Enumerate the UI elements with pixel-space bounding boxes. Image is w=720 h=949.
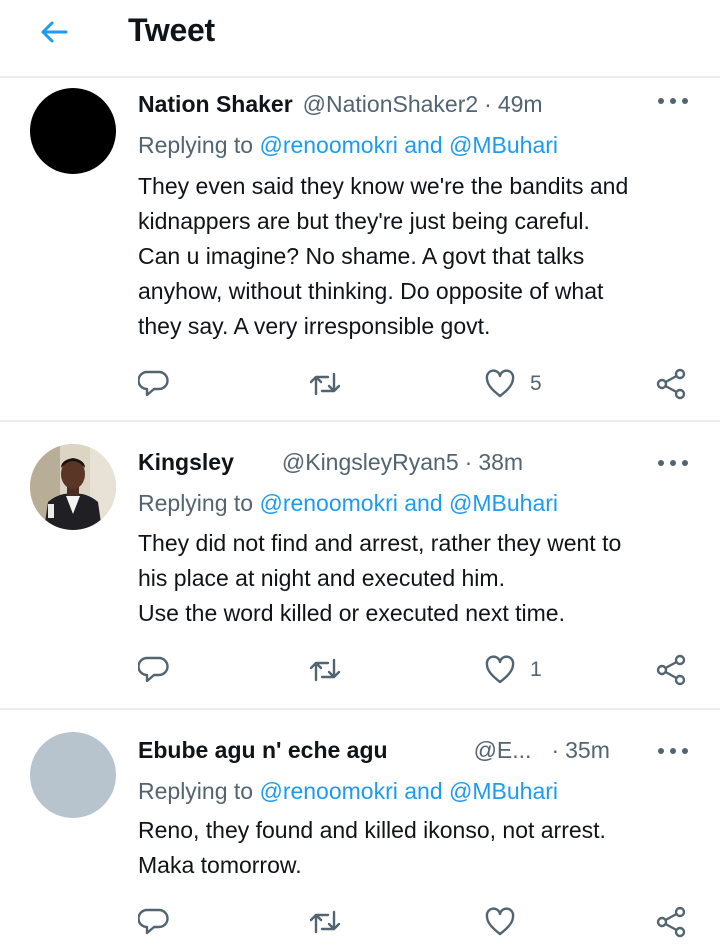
like-button[interactable] <box>484 905 530 939</box>
replying-to-link[interactable]: @renoomokri and @MBuhari <box>259 778 558 804</box>
tweet-text: They did not find and arrest, rather the… <box>138 530 622 626</box>
separator-dot: · <box>551 736 560 763</box>
like-icon <box>485 655 515 684</box>
back-arrow-icon <box>41 21 68 43</box>
more-icon <box>658 98 664 104</box>
reply-button[interactable] <box>138 905 170 939</box>
page-title: Tweet <box>128 12 215 48</box>
retweet-icon <box>309 910 341 934</box>
reply-icon <box>138 908 169 935</box>
profile-photo-icon <box>30 444 116 530</box>
like-icon <box>485 369 515 398</box>
display-name[interactable]: Kingsley <box>138 449 234 476</box>
like-button[interactable]: 1 <box>484 653 542 687</box>
tweet-header: Nation Shaker @NationShaker2 · 49m <box>138 88 700 120</box>
tweet-item[interactable]: Kingsley @KingsleyRyan5 · 38m Replying t… <box>0 424 720 710</box>
separator-dot: · <box>484 90 492 117</box>
share-button[interactable] <box>656 367 688 401</box>
tweet-actions <box>138 905 690 939</box>
top-app-bar: Tweet <box>0 0 720 78</box>
avatar[interactable] <box>30 88 116 174</box>
retweet-icon <box>309 658 341 682</box>
more-options-button[interactable] <box>658 98 688 108</box>
timestamp[interactable]: 49m <box>498 91 543 118</box>
reply-button[interactable] <box>138 653 170 687</box>
like-count: 5 <box>530 372 542 395</box>
share-icon <box>656 654 686 686</box>
avatar[interactable] <box>30 732 116 818</box>
like-count: 1 <box>530 658 542 681</box>
more-icon <box>658 460 664 466</box>
more-icon <box>658 748 664 754</box>
tweet-text: Reno, they found and killed ikonso, not … <box>138 817 606 878</box>
tweet-text: They even said they know we're the bandi… <box>138 173 629 339</box>
like-icon <box>485 907 515 936</box>
replying-prefix: Replying to <box>138 778 260 804</box>
share-button[interactable] <box>656 653 688 687</box>
timestamp[interactable]: 35m <box>565 737 610 764</box>
more-options-button[interactable] <box>658 748 688 758</box>
replying-to: Replying to @renoomokri and @MBuhari <box>138 490 558 517</box>
replying-prefix: Replying to <box>138 132 260 158</box>
display-name[interactable]: Ebube agu n' eche agu <box>138 737 388 764</box>
user-handle[interactable]: @NationShaker2 <box>303 91 479 118</box>
tweet-item[interactable]: Nation Shaker @NationShaker2 · 49m Reply… <box>0 80 720 422</box>
separator-dot: · <box>464 448 473 475</box>
tweet-actions: 1 <box>138 653 690 687</box>
share-icon <box>656 906 686 938</box>
replying-to-link[interactable]: @renoomokri and @MBuhari <box>259 490 558 516</box>
like-button[interactable]: 5 <box>484 367 542 401</box>
retweet-button[interactable] <box>308 653 342 687</box>
retweet-button[interactable] <box>308 905 342 939</box>
share-icon <box>656 368 686 400</box>
display-name[interactable]: Nation Shaker <box>138 91 293 118</box>
tweet-item[interactable]: Ebube agu n' eche agu @E... · 35m Replyi… <box>0 712 720 949</box>
tweet-header: Ebube agu n' eche agu @E... · 35m <box>138 734 700 766</box>
avatar[interactable] <box>30 444 116 530</box>
tweet-actions: 5 <box>138 367 690 401</box>
retweet-button[interactable] <box>308 367 342 401</box>
reply-icon <box>138 656 169 683</box>
timestamp[interactable]: 38m <box>478 449 523 476</box>
replying-to: Replying to @renoomokri and @MBuhari <box>138 778 558 805</box>
replying-prefix: Replying to <box>138 490 260 516</box>
reply-icon <box>138 370 169 397</box>
replying-to: Replying to @renoomokri and @MBuhari <box>138 132 558 159</box>
share-button[interactable] <box>656 905 688 939</box>
back-button[interactable] <box>36 14 72 50</box>
user-handle[interactable]: @KingsleyRyan5 <box>282 449 459 476</box>
reply-button[interactable] <box>138 367 170 401</box>
user-handle[interactable]: @E... <box>474 737 532 764</box>
more-options-button[interactable] <box>658 460 688 470</box>
retweet-icon <box>309 372 341 396</box>
tweet-header: Kingsley @KingsleyRyan5 · 38m <box>138 446 700 478</box>
replying-to-link[interactable]: @renoomokri and @MBuhari <box>259 132 558 158</box>
